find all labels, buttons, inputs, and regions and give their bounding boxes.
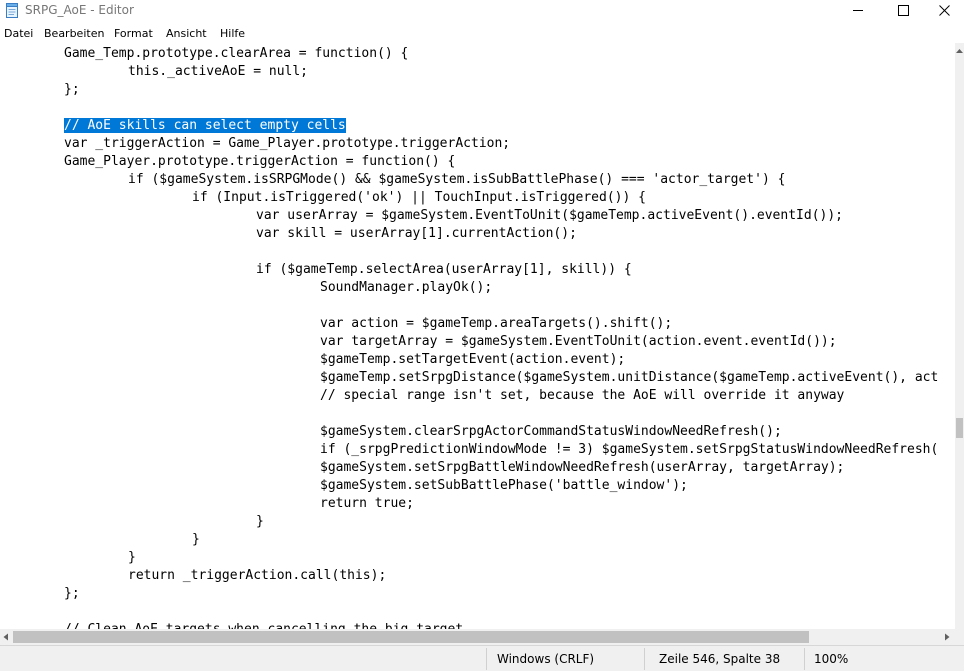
code-line: var action = $gameTemp.areaTargets().shi…	[320, 316, 673, 331]
vertical-scroll-thumb[interactable]	[956, 418, 963, 438]
scrollbar-corner	[955, 629, 964, 645]
code-line: // AoE skills can select empty cells	[64, 117, 346, 135]
code-line: var skill = userArray[1].currentAction()…	[256, 226, 577, 241]
vertical-scrollbar[interactable]	[955, 43, 964, 629]
status-bar: Windows (CRLF) Zeile 546, Spalte 38 100%	[0, 645, 964, 671]
code-line: var userArray = $gameSystem.EventToUnit(…	[256, 208, 843, 223]
code-line: $gameTemp.setSrpgDistance($gameSystem.un…	[320, 370, 939, 385]
code-line: SoundManager.playOk();	[320, 280, 493, 295]
maximize-button[interactable]	[880, 0, 926, 20]
scroll-right-arrow-icon[interactable]	[943, 633, 951, 641]
menu-ansicht[interactable]: Ansicht	[166, 27, 207, 40]
code-line: if (Input.isTriggered('ok') || TouchInpu…	[192, 190, 646, 205]
close-button[interactable]	[925, 0, 964, 20]
menu-bearbeiten[interactable]: Bearbeiten	[44, 27, 104, 40]
menu-bar: Datei Bearbeiten Format Ansicht Hilfe	[0, 23, 964, 43]
code-line: // special range isn't set, because the …	[320, 388, 845, 403]
code-line: this._activeAoE = null;	[128, 64, 309, 79]
code-line: return true;	[320, 496, 414, 511]
scroll-up-arrow-icon[interactable]	[955, 47, 964, 55]
code-line: $gameTemp.setTargetEvent(action.event);	[320, 352, 626, 367]
code-line: // Clean AoE targets when cancelling the…	[64, 621, 463, 629]
code-line: }	[256, 514, 264, 529]
minimize-icon	[852, 9, 863, 11]
code-line: Game_Player.prototype.triggerAction = fu…	[64, 154, 456, 169]
code-line: if ($gameTemp.selectArea(userArray[1], s…	[256, 262, 632, 277]
code-line: return _triggerAction.call(this);	[128, 568, 387, 583]
menu-format[interactable]: Format	[114, 27, 153, 40]
text-editor[interactable]: Game_Temp.prototype.clearArea = function…	[0, 43, 955, 629]
code-line: }	[192, 532, 200, 547]
code-line: $gameSystem.setSrpgBattleWindowNeedRefre…	[320, 460, 845, 475]
menu-hilfe[interactable]: Hilfe	[220, 27, 245, 40]
status-cursor-position: Zeile 546, Spalte 38	[659, 652, 781, 666]
code-line: }	[128, 550, 136, 565]
menu-datei[interactable]: Datei	[4, 27, 33, 40]
code-line: };	[64, 586, 80, 601]
code-line: $gameSystem.setSubBattlePhase('battle_wi…	[320, 478, 688, 493]
notepad-icon	[6, 3, 18, 18]
close-icon	[939, 4, 950, 16]
minimize-button[interactable]	[835, 0, 881, 20]
code-line: $gameSystem.clearSrpgActorCommandStatusW…	[320, 424, 782, 439]
title-bar[interactable]: SRPG_AoE - Editor	[0, 0, 964, 22]
status-divider	[486, 648, 487, 670]
horizontal-scrollbar[interactable]	[0, 629, 955, 645]
status-zoom: 100%	[814, 652, 849, 666]
horizontal-scroll-thumb[interactable]	[13, 631, 809, 643]
scroll-left-arrow-icon[interactable]	[2, 633, 10, 641]
code-line: if ($gameSystem.isSRPGMode() && $gameSys…	[128, 172, 786, 187]
maximize-icon	[897, 4, 909, 16]
selected-text: // AoE skills can select empty cells	[64, 118, 346, 133]
status-divider	[804, 648, 805, 670]
code-line: Game_Temp.prototype.clearArea = function…	[64, 46, 409, 61]
code-line: var targetArray = $gameSystem.EventToUni…	[320, 334, 837, 349]
status-divider	[644, 648, 645, 670]
code-line: var _triggerAction = Game_Player.prototy…	[64, 136, 511, 151]
window-title: SRPG_AoE - Editor	[25, 3, 134, 17]
code-line: };	[64, 82, 80, 97]
code-line: if (_srpgPredictionWindowMode != 3) $gam…	[320, 442, 939, 457]
status-line-ending: Windows (CRLF)	[497, 652, 595, 666]
